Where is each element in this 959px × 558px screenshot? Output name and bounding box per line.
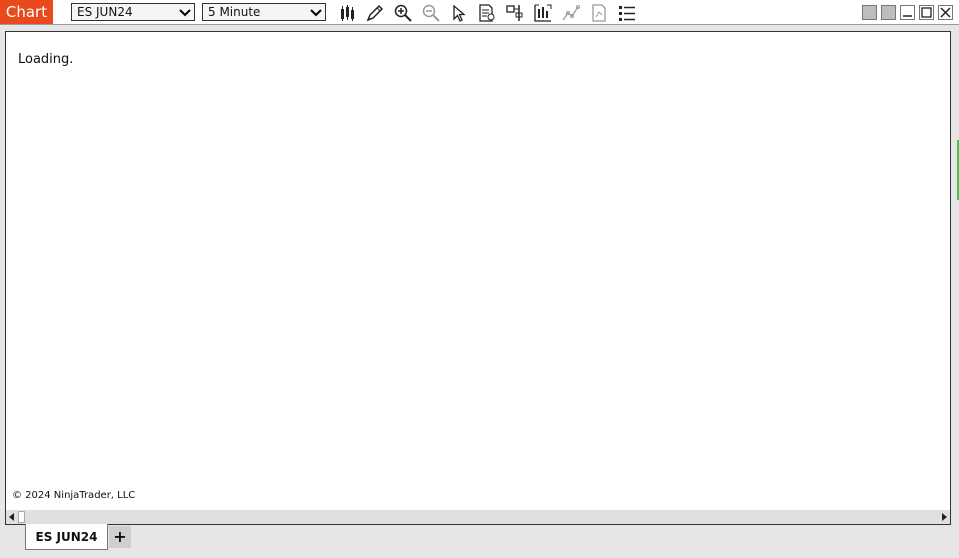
drawing-tool-icon — [366, 4, 384, 22]
indicators-button[interactable] — [533, 3, 553, 23]
strategies-button[interactable] — [561, 3, 581, 23]
drawing-tool-button[interactable] — [365, 3, 385, 23]
zoom-in-button[interactable] — [393, 3, 413, 23]
maximize-button[interactable] — [919, 5, 934, 20]
zoom-in-icon — [394, 4, 412, 22]
interval-value: 5 Minute — [208, 5, 261, 19]
indicators-icon — [534, 4, 552, 22]
loading-status: Loading. — [18, 52, 74, 67]
properties-icon — [506, 5, 523, 21]
horizontal-scrollbar[interactable] — [6, 510, 950, 524]
chevron-down-icon — [179, 9, 191, 17]
maximize-icon — [921, 7, 932, 18]
list-icon — [619, 6, 635, 21]
minimize-icon — [903, 15, 912, 17]
list-button[interactable] — [617, 3, 637, 23]
strategies-icon — [562, 5, 580, 21]
pointer-icon — [453, 4, 466, 22]
link-instrument-button[interactable] — [862, 5, 877, 20]
minimize-button[interactable] — [900, 5, 915, 20]
zoom-out-button[interactable] — [421, 3, 441, 23]
chart-panel[interactable]: Loading. © 2024 NinjaTrader, LLC — [5, 31, 951, 525]
interval-select[interactable]: 5 Minute — [202, 3, 326, 21]
title-toolbar: Chart ES JUN24 5 Minute — [0, 0, 959, 25]
bar-type-icon — [341, 5, 354, 21]
scroll-right-icon[interactable] — [942, 513, 947, 521]
scroll-thumb[interactable] — [18, 511, 25, 523]
zoom-out-icon — [422, 4, 440, 22]
window-title-tag: Chart — [0, 0, 53, 24]
pointer-button[interactable] — [449, 3, 469, 23]
link-interval-button[interactable] — [881, 5, 896, 20]
copyright-notice: © 2024 NinjaTrader, LLC — [12, 490, 136, 501]
tab-es-jun24[interactable]: ES JUN24 — [25, 524, 108, 550]
instrument-value: ES JUN24 — [77, 5, 133, 19]
add-tab-button[interactable]: + — [109, 526, 131, 548]
data-box-icon — [479, 4, 495, 22]
chart-trader-icon — [592, 4, 606, 22]
properties-button[interactable] — [505, 3, 525, 23]
chart-trader-button[interactable] — [589, 3, 609, 23]
instrument-select[interactable]: ES JUN24 — [71, 3, 195, 21]
bar-type-button[interactable] — [337, 3, 357, 23]
data-box-button[interactable] — [477, 3, 497, 23]
chevron-down-icon — [310, 9, 322, 17]
scroll-left-icon[interactable] — [9, 513, 14, 521]
close-button[interactable] — [938, 5, 953, 20]
close-icon — [940, 7, 951, 18]
